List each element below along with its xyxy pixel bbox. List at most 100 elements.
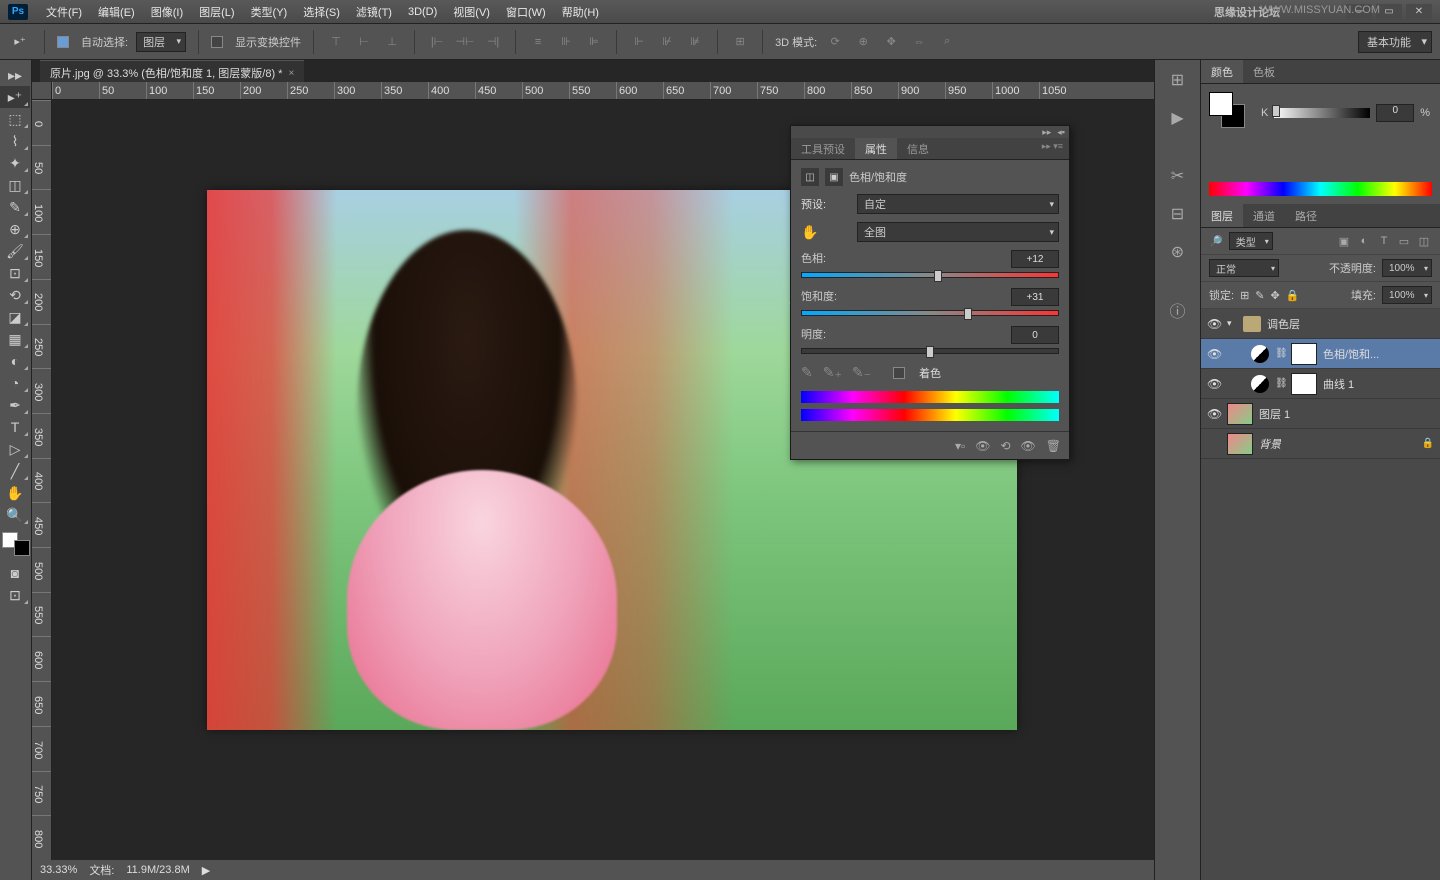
fill-value[interactable]: 100% <box>1382 286 1432 304</box>
hue-range-bars[interactable] <box>801 391 1059 423</box>
layer-name[interactable]: 背景 <box>1259 436 1281 452</box>
range-select[interactable]: 全图 <box>857 222 1059 242</box>
k-slider-track[interactable] <box>1274 108 1370 118</box>
visibility-icon[interactable]: 👁 <box>1207 377 1221 391</box>
screenmode-tool[interactable]: ⊡ <box>0 584 30 606</box>
toggle-visibility-icon[interactable]: 👁 <box>1021 439 1036 453</box>
menu-view[interactable]: 视图(V) <box>445 4 498 20</box>
lock-all-icon[interactable]: 🔒 <box>1286 289 1300 302</box>
mask-type-icon[interactable]: ▣ <box>825 168 843 186</box>
visibility-icon[interactable]: 👁 <box>1207 347 1221 361</box>
blend-mode-select[interactable]: 正常 <box>1209 259 1279 277</box>
preset-select[interactable]: 自定 <box>857 194 1059 214</box>
history-panel-icon[interactable]: ⊞ <box>1164 66 1192 94</box>
align-right-icon[interactable]: ⊣| <box>483 32 503 52</box>
color-swatches[interactable] <box>1209 92 1245 128</box>
shape-tool[interactable]: ╱ <box>0 460 30 482</box>
delete-icon[interactable]: 🗑 <box>1046 439 1061 453</box>
menu-edit[interactable]: 编辑(E) <box>90 4 143 20</box>
link-icon[interactable]: ⛓ <box>1275 348 1285 359</box>
lock-pixels-icon[interactable]: ⊞ <box>1240 289 1249 302</box>
layer-image1[interactable]: 👁 图层 1 <box>1201 399 1440 429</box>
filter-shape-icon[interactable]: ▭ <box>1396 233 1412 249</box>
panel-menu-icon[interactable]: ▸▸ ▾≡ <box>1036 138 1069 159</box>
nav-panel-icon[interactable]: ⊛ <box>1164 238 1192 266</box>
clip-icon[interactable]: ▾▫ <box>955 439 965 453</box>
zoom-value[interactable]: 33.33% <box>40 864 77 876</box>
layer-thumb[interactable] <box>1227 403 1253 425</box>
status-arrow-icon[interactable]: ▶ <box>202 864 210 877</box>
align-hcenter-icon[interactable]: ⊣⊢ <box>455 32 475 52</box>
view-previous-icon[interactable]: 👁 <box>975 439 990 453</box>
eyedropper-minus-icon[interactable]: ✎₋ <box>852 364 871 381</box>
collapse-icon[interactable]: ▸▸ <box>0 64 30 86</box>
align-vcenter-icon[interactable]: ⊢ <box>354 32 374 52</box>
adjust-panel-icon[interactable]: ✂ <box>1164 162 1192 190</box>
colorize-checkbox[interactable] <box>893 367 905 379</box>
k-value[interactable]: 0 <box>1376 104 1414 122</box>
gradient-tool[interactable]: ▦ <box>0 328 30 350</box>
menu-image[interactable]: 图像(I) <box>143 4 191 20</box>
actions-panel-icon[interactable]: ▶ <box>1164 104 1192 132</box>
styles-panel-icon[interactable]: ⊟ <box>1164 200 1192 228</box>
close-icon[interactable]: ✕ <box>1406 4 1432 20</box>
menu-file[interactable]: 文件(F) <box>38 4 90 20</box>
distribute-icon[interactable]: ⊪ <box>556 32 576 52</box>
ruler-horizontal[interactable]: 0501001502002503003504004505005506006507… <box>52 82 1154 100</box>
ruler-corner[interactable] <box>32 82 52 100</box>
autoalign-icon[interactable]: ⊞ <box>730 32 750 52</box>
brush-tool[interactable]: 🖌 <box>0 240 30 262</box>
ruler-vertical[interactable]: 0501001502002503003504004505005506006507… <box>32 100 52 860</box>
tab-toolpreset[interactable]: 工具预设 <box>791 138 855 159</box>
lock-paint-icon[interactable]: ✎ <box>1255 289 1264 302</box>
tab-layers[interactable]: 图层 <box>1201 204 1243 227</box>
layer-group[interactable]: 👁 ▾ 调色层 <box>1201 309 1440 339</box>
info-panel-icon[interactable]: ⓘ <box>1164 296 1192 324</box>
tab-info[interactable]: 信息 <box>897 138 939 159</box>
layer-name[interactable]: 调色层 <box>1267 316 1300 332</box>
search-icon[interactable]: 🔎 <box>1209 235 1223 248</box>
autoselect-type-select[interactable]: 图层 <box>136 32 186 52</box>
align-left-icon[interactable]: |⊢ <box>427 32 447 52</box>
tab-color[interactable]: 颜色 <box>1201 60 1243 83</box>
saturation-slider[interactable] <box>801 310 1059 316</box>
panel-close-icon[interactable]: ◂▪ <box>1057 127 1065 138</box>
3d-roll-icon[interactable]: ⊕ <box>853 32 873 52</box>
opacity-value[interactable]: 100% <box>1382 259 1432 277</box>
hand-tool[interactable]: ✋ <box>0 482 30 504</box>
menu-3d[interactable]: 3D(D) <box>400 6 445 18</box>
move-tool-icon[interactable]: ▸⁺ <box>8 30 32 54</box>
stamp-tool[interactable]: ⊡ <box>0 262 30 284</box>
pen-tool[interactable]: ✒ <box>0 394 30 416</box>
showcontrols-checkbox[interactable] <box>211 36 223 48</box>
layer-name[interactable]: 曲线 1 <box>1323 376 1354 392</box>
menu-select[interactable]: 选择(S) <box>295 4 348 20</box>
layer-name[interactable]: 图层 1 <box>1259 406 1290 422</box>
collapse-icon[interactable]: ▸▸ <box>1042 127 1051 138</box>
color-swatch[interactable] <box>2 532 30 556</box>
saturation-value[interactable]: +31 <box>1011 288 1059 306</box>
lightness-slider[interactable] <box>801 348 1059 354</box>
layer-background[interactable]: 👁 背景 🔒 <box>1201 429 1440 459</box>
quickmask-tool[interactable]: ◙ <box>0 562 30 584</box>
type-tool[interactable]: T <box>0 416 30 438</box>
lightness-value[interactable]: 0 <box>1011 326 1059 344</box>
dodge-tool[interactable]: ◔ <box>0 372 30 394</box>
distribute-icon[interactable]: ⊯ <box>685 32 705 52</box>
lock-move-icon[interactable]: ✥ <box>1271 289 1280 302</box>
lasso-tool[interactable]: ⌇ <box>0 130 30 152</box>
hand-icon[interactable]: ✋ <box>801 224 849 241</box>
distribute-icon[interactable]: ⊮ <box>657 32 677 52</box>
eyedropper-tool[interactable]: ✎ <box>0 196 30 218</box>
menu-type[interactable]: 类型(Y) <box>243 4 296 20</box>
autoselect-checkbox[interactable] <box>57 36 69 48</box>
close-tab-icon[interactable]: × <box>288 68 294 79</box>
workspace-select[interactable]: 基本功能 <box>1358 31 1432 53</box>
fg-color[interactable] <box>1209 92 1233 116</box>
properties-panel[interactable]: ▸▸ ◂▪ 工具预设 属性 信息 ▸▸ ▾≡ ◫ ▣ 色相/饱和度 预设: 自定… <box>790 125 1070 460</box>
layer-name[interactable]: 色相/饱和... <box>1323 346 1379 362</box>
hue-value[interactable]: +12 <box>1011 250 1059 268</box>
layer-filter-select[interactable]: 类型 <box>1229 232 1273 250</box>
3d-zoom-icon[interactable]: ⌕ <box>937 32 957 52</box>
panel-header[interactable]: ▸▸ ◂▪ <box>791 126 1069 138</box>
